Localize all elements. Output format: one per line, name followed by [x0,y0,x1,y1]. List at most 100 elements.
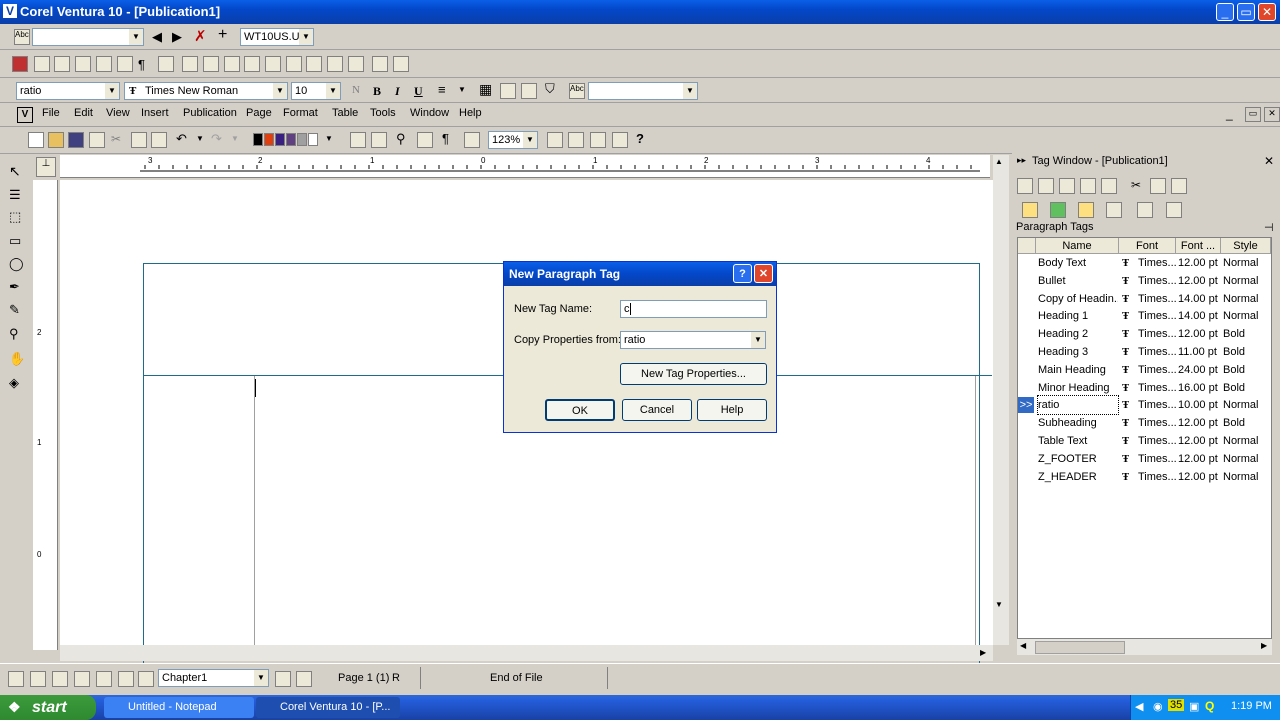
spell-combo[interactable]: ▼ [32,28,144,46]
table-icon[interactable]: ▦ [479,81,492,98]
tag-name-input[interactable]: c [620,300,767,318]
vertical-ruler[interactable]: 2 1 0 [33,180,58,650]
tool-icon-4[interactable] [75,56,91,72]
app-icon[interactable]: V [3,4,17,18]
tray-app-icon[interactable]: ◉ [1153,700,1163,713]
horizontal-ruler[interactable]: 3 2 1 0 1 2 3 4 [60,155,990,178]
new-tag-properties-button[interactable]: New Tag Properties... [620,363,767,385]
rectangle-tool-icon[interactable]: ▭ [9,233,21,249]
align-left-icon[interactable]: ≡ [438,82,446,97]
tool-icon-15[interactable] [327,56,343,72]
tool-icon-7[interactable] [158,56,174,72]
pin-icon[interactable]: ⊣ [1264,221,1274,234]
view-icon-7[interactable] [138,671,154,687]
scroll-thumb[interactable] [1035,641,1125,654]
menu-page[interactable]: Page [246,107,272,119]
tag-row[interactable]: Z_FOOTER Times... 12.00 pt Normal Ŧ [1018,450,1271,468]
scroll-up-icon[interactable]: ▲ [995,157,1003,166]
tag-row[interactable]: Subheading Times... 12.00 pt Bold Ŧ [1018,414,1271,432]
tool-icon-14[interactable] [306,56,322,72]
save-icon[interactable] [68,132,84,148]
menu-window[interactable]: Window [410,107,449,119]
tag-row[interactable]: Copy of Headin... Times... 14.00 pt Normal Ŧ [1018,290,1271,308]
spell-icon[interactable]: Abc [14,29,30,45]
chevron-down-icon[interactable]: ▼ [458,85,466,94]
column-header-style[interactable]: Style [1221,238,1271,254]
font-combo[interactable]: Ŧ Times New Roman ▼ [124,82,288,100]
tool-icon-23[interactable] [590,132,606,148]
menu-table[interactable]: Table [332,107,358,119]
view-icon-5[interactable] [96,671,112,687]
minimize-button[interactable]: _ [1216,3,1234,21]
view-icon-6[interactable] [118,671,134,687]
ruler-origin-icon[interactable]: ⊥ [36,157,56,177]
tray-arrow-icon[interactable]: ◀ [1135,700,1143,713]
import-icon[interactable] [350,132,366,148]
tag-row[interactable]: Body Text Times... 12.00 pt Normal Ŧ [1018,254,1271,272]
pilcrow-icon[interactable]: ¶ [442,131,449,146]
scroll-right-icon[interactable]: ▶ [980,648,986,657]
menu-publication[interactable]: Publication [183,107,237,119]
tag-row[interactable]: Main Heading Times... 24.00 pt Bold Ŧ [1018,361,1271,379]
menu-help[interactable]: Help [459,107,482,119]
tag-tool-icon-4[interactable] [1080,178,1096,194]
tag-tool-icon-1[interactable] [1017,178,1033,194]
menu-file[interactable]: File [42,107,60,119]
scroll-right-icon[interactable]: ▶ [1261,641,1267,650]
cut-icon[interactable]: ✂ [1131,178,1141,192]
previous-icon[interactable]: ◀ [152,29,162,45]
tool-icon-1[interactable] [12,56,28,72]
tool-icon-5[interactable] [96,56,112,72]
tool-icon-16[interactable] [348,56,364,72]
context-help-icon[interactable]: ? [636,131,644,146]
tray-q-icon[interactable]: Q [1205,699,1214,713]
node-tool-icon[interactable]: ⬚ [9,209,21,225]
paragraph-tags-icon[interactable] [1022,202,1038,218]
delete-icon[interactable]: ✗ [194,27,207,45]
open-icon[interactable] [48,132,64,148]
pilcrow-icon[interactable]: ¶ [138,57,145,72]
view-icon-4[interactable] [74,671,90,687]
tray-number[interactable]: 35 [1168,699,1185,711]
tag-tool-icon-5[interactable] [1101,178,1117,194]
pen-tool-icon[interactable]: ✒ [9,279,20,295]
copy-icon[interactable] [131,132,147,148]
tool-icon-13[interactable] [286,56,302,72]
monitor-icon[interactable]: ▣ [1189,700,1199,713]
font-set-combo[interactable]: WT10US.U' ▼ [240,28,314,46]
paste-icon[interactable] [151,132,167,148]
tag-row[interactable]: Minor Heading Times... 16.00 pt Bold Ŧ [1018,379,1271,397]
tool-icon-21[interactable] [547,132,563,148]
maximize-button[interactable]: ▭ [1237,3,1255,21]
column-header-name[interactable]: Name [1036,238,1119,254]
color-swatch[interactable] [253,133,263,146]
close-button[interactable]: ✕ [1258,3,1276,21]
tool-icon-3[interactable] [54,56,70,72]
tag-horizontal-scrollbar[interactable]: ◀ ▶ [1017,639,1272,655]
ok-button[interactable]: OK [545,399,615,421]
tag-window-close-icon[interactable]: ✕ [1264,154,1274,168]
taskbar-notepad[interactable]: Untitled - Notepad [104,697,254,718]
taskbar-ventura[interactable]: Corel Ventura 10 - [P... [256,697,400,718]
help-button[interactable]: Help [697,399,767,421]
bookmark-icon[interactable]: ⛉ [545,81,555,97]
view-icon-3[interactable] [52,671,68,687]
tag-tool-icon-3[interactable] [1059,178,1075,194]
docker-grip-icon[interactable]: ▸▸ [1017,155,1026,166]
zoom-combo[interactable]: 123% ▼ [488,131,538,149]
column-header-font[interactable]: Font [1119,238,1176,254]
tag-tool-icon-2[interactable] [1038,178,1054,194]
menu-insert[interactable]: Insert [141,107,169,119]
tag-row[interactable]: Bullet Times... 12.00 pt Normal Ŧ [1018,272,1271,290]
delete-tag-icon[interactable] [1166,202,1182,218]
find-icon[interactable]: ⚲ [396,131,406,147]
graphic-tags-icon[interactable] [1137,202,1153,218]
export-icon[interactable] [371,132,387,148]
scroll-left-icon[interactable]: ◀ [1020,641,1026,650]
tag-row[interactable]: Heading 1 Times... 14.00 pt Normal Ŧ [1018,307,1271,325]
hand-tool-icon[interactable]: ✋ [9,351,25,367]
column-header-font-size[interactable]: Font ... [1176,238,1221,254]
tag-list-icon[interactable] [464,132,480,148]
fill-tool-icon[interactable]: ◈ [9,375,19,391]
tool-icon-8[interactable] [182,56,198,72]
